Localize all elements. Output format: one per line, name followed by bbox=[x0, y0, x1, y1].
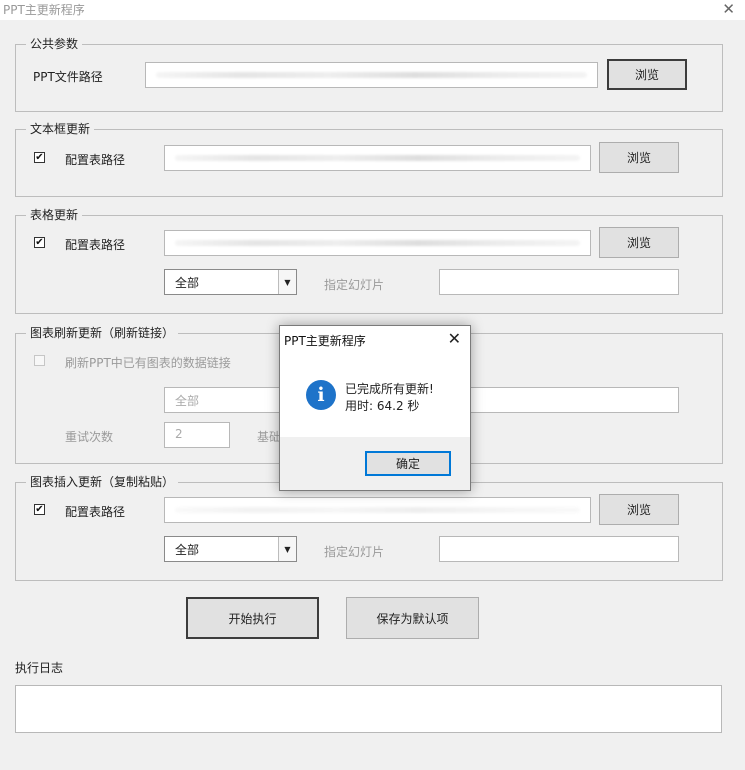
dialog-message: 已完成所有更新! bbox=[345, 382, 434, 396]
title-bar: PPT主更新程序 ✕ bbox=[0, 0, 745, 20]
textbox-browse-button[interactable]: 浏览 bbox=[599, 142, 679, 173]
table-scope-select[interactable]: 全部 ▼ bbox=[164, 269, 297, 295]
group-textbox-legend: 文本框更新 bbox=[26, 121, 95, 137]
table-scope-value: 全部 bbox=[175, 276, 200, 290]
chevron-down-icon[interactable]: ▼ bbox=[278, 270, 296, 294]
chart-refresh-label: 刷新PPT中已有图表的数据链接 bbox=[65, 356, 231, 370]
chart-insert-scope-value: 全部 bbox=[175, 543, 200, 557]
dialog-close-icon[interactable]: ✕ bbox=[448, 329, 461, 348]
retry-count-label: 重试次数 bbox=[65, 430, 114, 444]
group-chart-refresh-legend: 图表刷新更新（刷新链接） bbox=[26, 325, 179, 341]
textbox-enable-checkbox[interactable]: ✔ bbox=[34, 152, 45, 163]
table-slide-label: 指定幻灯片 bbox=[324, 278, 385, 292]
table-path-label: 配置表路径 bbox=[65, 238, 126, 252]
chart-insert-config-path-input[interactable] bbox=[164, 497, 591, 523]
start-button[interactable]: 开始执行 bbox=[186, 597, 319, 639]
save-default-button[interactable]: 保存为默认项 bbox=[346, 597, 479, 639]
ppt-path-label: PPT文件路径 bbox=[33, 70, 103, 84]
retry-count-input[interactable]: 2 bbox=[164, 422, 230, 448]
group-common-legend: 公共参数 bbox=[26, 36, 83, 52]
chart-insert-checkbox[interactable]: ✔ bbox=[34, 504, 45, 515]
ppt-browse-button[interactable]: 浏览 bbox=[607, 59, 687, 90]
table-config-path-input[interactable] bbox=[164, 230, 591, 256]
chart-insert-scope-select[interactable]: 全部 ▼ bbox=[164, 536, 297, 562]
table-browse-button[interactable]: 浏览 bbox=[599, 227, 679, 258]
table-slide-input[interactable] bbox=[439, 269, 679, 295]
dialog-elapsed-time: 用时: 64.2 秒 bbox=[345, 399, 420, 413]
ppt-path-input[interactable] bbox=[145, 62, 598, 88]
chart-insert-browse-button[interactable]: 浏览 bbox=[599, 494, 679, 525]
chart-insert-slide-label: 指定幻灯片 bbox=[324, 545, 385, 559]
dialog-ok-button[interactable]: 确定 bbox=[365, 451, 451, 476]
info-icon: i bbox=[306, 380, 336, 410]
group-table-legend: 表格更新 bbox=[26, 207, 83, 223]
log-textarea[interactable] bbox=[15, 685, 722, 733]
chevron-down-icon[interactable]: ▼ bbox=[278, 537, 296, 561]
window-title: PPT主更新程序 bbox=[3, 3, 85, 17]
textbox-path-label: 配置表路径 bbox=[65, 153, 126, 167]
group-chart-insert-legend: 图表插入更新（复制粘贴） bbox=[26, 474, 179, 490]
dialog-title: PPT主更新程序 bbox=[284, 334, 366, 348]
log-label: 执行日志 bbox=[15, 661, 64, 675]
window-close-icon[interactable]: ✕ bbox=[722, 0, 735, 18]
chart-insert-slide-input[interactable] bbox=[439, 536, 679, 562]
chart-insert-path-label: 配置表路径 bbox=[65, 505, 126, 519]
completion-dialog: PPT主更新程序 ✕ i 已完成所有更新! 用时: 64.2 秒 确定 bbox=[279, 325, 471, 491]
textbox-config-path-input[interactable] bbox=[164, 145, 591, 171]
retry-count-value: 2 bbox=[175, 427, 183, 441]
table-enable-checkbox[interactable]: ✔ bbox=[34, 237, 45, 248]
chart-refresh-checkbox[interactable] bbox=[34, 355, 45, 366]
dialog-footer: 确定 bbox=[280, 437, 470, 490]
base-label: 基础 bbox=[257, 430, 282, 444]
chart-refresh-scope-value: 全部 bbox=[175, 394, 200, 408]
